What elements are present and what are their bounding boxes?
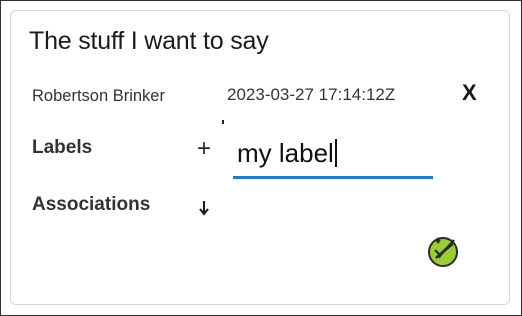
author-name: Robertson Brinker: [32, 87, 165, 105]
label-input-text: my label: [237, 138, 334, 168]
note-timestamp: 2023-03-27 17:14:12Z: [227, 85, 396, 104]
associations-heading: Associations: [32, 194, 151, 215]
text-caret: [334, 139, 337, 167]
window-frame: The stuff I want to say Robertson Brinke…: [0, 0, 522, 316]
labels-heading: Labels: [32, 137, 93, 158]
note-title: The stuff I want to say: [29, 27, 269, 55]
arrow-down-icon[interactable]: [197, 195, 211, 217]
add-label-button[interactable]: +: [197, 135, 211, 163]
separator-mark: [222, 120, 224, 124]
label-input-field[interactable]: my label: [233, 137, 433, 179]
close-button[interactable]: X: [462, 80, 477, 106]
label-input-value[interactable]: my label: [237, 138, 337, 169]
leaf-check-icon[interactable]: [426, 232, 460, 268]
